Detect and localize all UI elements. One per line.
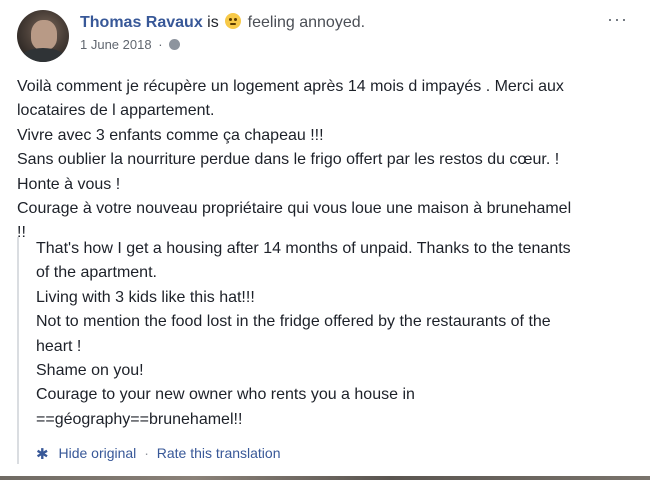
post-header: Thomas Ravaux is feeling annoyed. 1 June…	[80, 12, 610, 54]
translation-line: Courage to your new owner who rents you …	[36, 386, 415, 404]
annoyed-face-icon	[225, 13, 242, 29]
facebook-post: Thomas Ravaux is feeling annoyed. 1 June…	[0, 0, 650, 480]
footer-separator: ·	[144, 445, 149, 462]
translation-line: Not to mention the food lost in the frid…	[36, 313, 551, 331]
post-text: Voilà comment je récupère un logement ap…	[17, 75, 627, 246]
post-text-line: Vivre avec 3 enfants comme ça chapeau !!…	[17, 126, 324, 144]
hide-original-link[interactable]: Hide original	[58, 445, 136, 461]
globe-icon[interactable]	[169, 39, 181, 50]
translation-block: That's how I get a housing after 14 mont…	[17, 237, 629, 465]
post-text-line: Courage à votre nouveau propriétaire qui…	[17, 200, 572, 218]
post-text-line: locataires de l appartement.	[17, 102, 215, 120]
header-line: Thomas Ravaux is feeling annoyed.	[80, 12, 610, 34]
author-name[interactable]: Thomas Ravaux	[80, 14, 203, 31]
is-text: is	[207, 14, 219, 31]
post-meta: 1 June 2018 ·	[80, 36, 610, 54]
translation-line: Shame on you!	[36, 362, 144, 380]
translation-line: heart !	[36, 337, 82, 355]
translation-line: ==géography==brunehamel!!	[36, 410, 243, 428]
post-text-line: Honte à vous !	[17, 175, 121, 193]
more-options-button[interactable]: ···	[607, 10, 628, 28]
translation-line: of the apartment.	[36, 264, 157, 282]
post-text-line: Sans oublier la nourriture perdue dans l…	[17, 151, 560, 169]
translation-footer: ✱ Hide original · Rate this translation	[36, 444, 629, 464]
post-text-line: Voilà comment je récupère un logement ap…	[17, 78, 564, 95]
translation-text: That's how I get a housing after 14 mont…	[36, 237, 629, 432]
feeling-text[interactable]: feeling annoyed.	[248, 14, 365, 31]
attached-photo-edge[interactable]	[0, 476, 650, 480]
avatar[interactable]	[17, 10, 69, 62]
translation-line: That's how I get a housing after 14 mont…	[36, 240, 571, 257]
post-date[interactable]: 1 June 2018	[80, 37, 152, 52]
translation-line: Living with 3 kids like this hat!!!	[36, 288, 255, 306]
gear-icon[interactable]: ✱	[36, 446, 49, 464]
meta-separator: ·	[158, 37, 163, 52]
rate-translation-link[interactable]: Rate this translation	[157, 445, 281, 461]
